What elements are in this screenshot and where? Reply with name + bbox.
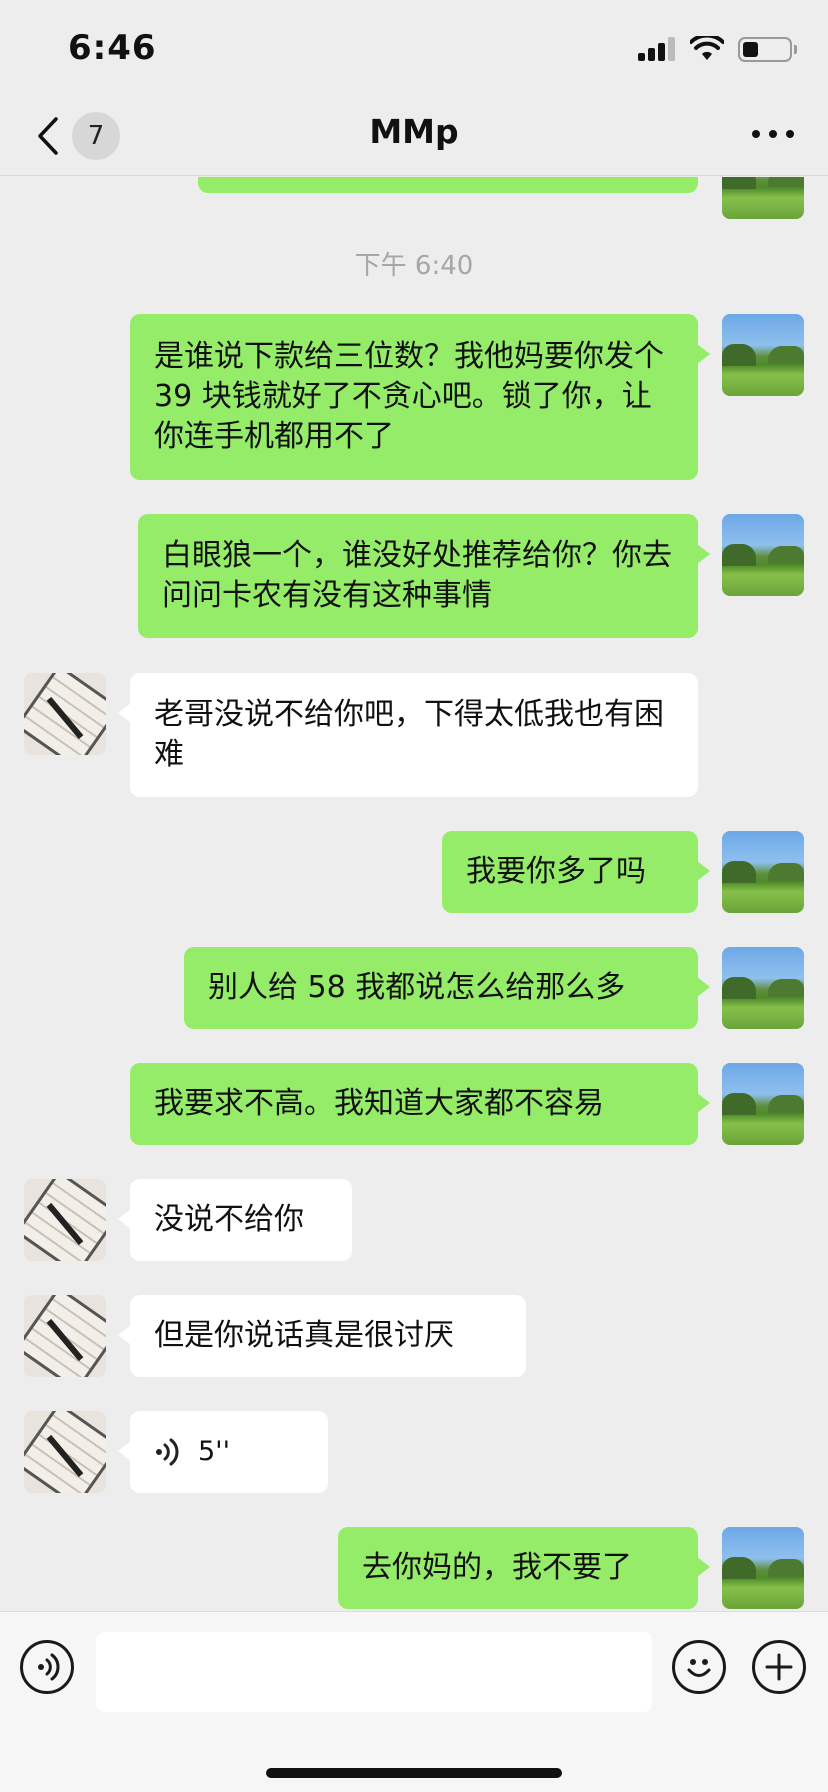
avatar-contact[interactable] [24,1295,106,1377]
status-icons [638,36,797,62]
chat-title: MMp [369,112,459,151]
message-input[interactable] [96,1632,652,1712]
chat-screen: 6:46 7 MMp 下午 6:40 是谁说下款给三位数？我他妈要你发个 39 … [0,0,828,1792]
avatar-contact[interactable] [24,673,106,755]
avatar-self[interactable] [722,314,804,396]
message-text: 别人给 58 我都说怎么给那么多 [208,970,626,1005]
message-bubble[interactable]: 我要你多了吗 [442,831,710,913]
cellular-signal-icon [638,37,676,61]
avatar-self[interactable] [722,947,804,1029]
battery-level [743,41,758,57]
avatar-self[interactable] [722,831,804,913]
avatar-self[interactable] [722,1527,804,1609]
plus-button[interactable] [752,1640,806,1694]
avatar-contact[interactable] [24,1179,106,1261]
emoji-icon [687,1659,711,1677]
message-bubble[interactable]: 白眼狼一个，谁没好处推荐给你？你去问问卡农有没有这种事情 [138,514,710,638]
battery-icon [738,36,797,62]
message-bubble[interactable]: 我要求不高。我知道大家都不容易 [130,1063,710,1145]
voice-duration: 5'' [198,1436,231,1467]
emoji-button[interactable] [672,1640,726,1694]
more-dots-icon [752,130,794,138]
avatar-contact[interactable] [24,1411,106,1493]
message-bubble[interactable]: 没说不给你 [118,1179,352,1261]
message-bubble[interactable]: 别人给 58 我都说怎么给那么多 [184,947,710,1029]
message-bubble[interactable]: 是谁说下款给三位数？我他妈要你发个 39 块钱就好了不贪心吧。锁了你，让你连手机… [130,314,710,480]
status-time: 6:46 [68,28,157,68]
message-text: 没说不给你 [154,1202,304,1237]
more-button[interactable] [748,116,798,152]
avatar-self[interactable] [722,177,804,219]
wifi-icon [690,36,724,60]
message-bubble-partial[interactable] [198,177,698,193]
message-text: 但是你说话真是很讨厌 [154,1318,454,1353]
avatar-self[interactable] [722,1063,804,1145]
voice-icon [38,1653,60,1681]
message-text: 是谁说下款给三位数？我他妈要你发个 39 块钱就好了不贪心吧。锁了你，让你连手机… [154,339,664,454]
message-text: 我要你多了吗 [466,854,646,889]
voice-input-button[interactable] [20,1640,74,1694]
message-bubble[interactable]: 但是你说话真是很讨厌 [118,1295,526,1377]
message-list[interactable]: 下午 6:40 是谁说下款给三位数？我他妈要你发个 39 块钱就好了不贪心吧。锁… [0,177,828,1611]
nav-bar: 7 MMp [0,96,828,176]
voice-wave-icon [156,1438,179,1466]
message-bubble[interactable]: 老哥没说不给你吧，下得太低我也有困难 [118,673,698,797]
message-text: 去你妈的，我不要了 [362,1550,632,1585]
message-bubble[interactable]: 去你妈的，我不要了 [338,1527,710,1609]
message-timestamp: 下午 6:40 [354,251,474,281]
status-bar: 6:46 [0,0,828,96]
message-text: 我要求不高。我知道大家都不容易 [154,1086,604,1121]
avatar-self[interactable] [722,514,804,596]
home-indicator[interactable] [266,1768,562,1778]
plus-icon [765,1653,793,1681]
message-text: 老哥没说不给你吧，下得太低我也有困难 [154,697,664,772]
input-bar [0,1611,828,1792]
voice-message-bubble[interactable]: 5'' [118,1411,328,1493]
message-text: 白眼狼一个，谁没好处推荐给你？你去问问卡农有没有这种事情 [162,538,672,613]
